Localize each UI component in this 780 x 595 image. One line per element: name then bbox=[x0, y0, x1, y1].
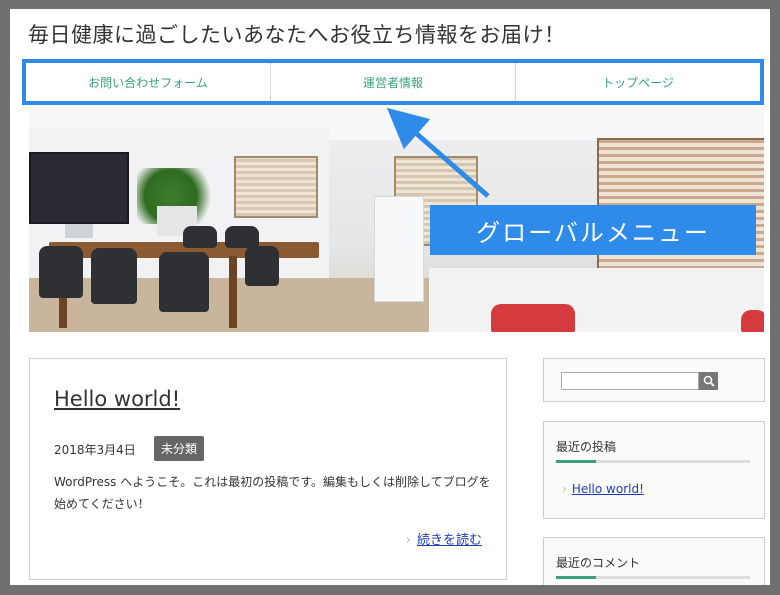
read-more-link[interactable]: 続きを読む bbox=[406, 529, 482, 548]
chair bbox=[91, 248, 137, 304]
post-card: Hello world! 2018年3月4日 未分類 WordPress へよう… bbox=[29, 358, 507, 580]
search-icon bbox=[703, 375, 715, 387]
post-date: 2018年3月4日 bbox=[54, 443, 136, 457]
window-blinds bbox=[234, 156, 318, 218]
search-input[interactable] bbox=[561, 372, 699, 390]
search-button[interactable] bbox=[699, 372, 718, 390]
nav-item-operator-info[interactable]: 運営者情報 bbox=[271, 63, 516, 101]
post-excerpt: WordPress へようこそ。これは最初の投稿です。編集もしくは削除してブログ… bbox=[54, 475, 491, 511]
table-leg bbox=[229, 256, 237, 328]
refrigerator bbox=[374, 196, 424, 302]
floor-right bbox=[429, 268, 764, 332]
browser-page: 毎日健康に過ごしたいあなたへお役立ち情報をお届け！ お問い合わせフォーム 運営者… bbox=[10, 9, 770, 585]
post-title-link[interactable]: Hello world! bbox=[54, 387, 180, 411]
recent-post-link[interactable]: Hello world! bbox=[562, 482, 644, 496]
chair bbox=[245, 246, 279, 286]
global-menu-list: お問い合わせフォーム 運営者情報 トップページ bbox=[26, 63, 760, 101]
recent-posts-title: 最近の投稿 bbox=[556, 440, 617, 454]
search-widget bbox=[543, 358, 765, 402]
recent-comments-widget: 最近のコメント bbox=[543, 537, 765, 585]
recent-comments-title: 最近のコメント bbox=[556, 556, 641, 570]
tv-stand bbox=[65, 224, 93, 238]
nav-item-contact-form[interactable]: お問い合わせフォーム bbox=[26, 63, 271, 101]
red-chair bbox=[741, 310, 764, 332]
annotation-label: グローバルメニュー bbox=[430, 205, 756, 255]
widget-divider bbox=[556, 576, 750, 579]
widget-divider bbox=[556, 460, 750, 463]
global-menu: お問い合わせフォーム 運営者情報 トップページ bbox=[22, 59, 764, 105]
chair bbox=[183, 226, 217, 248]
tv-monitor bbox=[29, 152, 129, 224]
chair bbox=[225, 226, 259, 248]
nav-item-top-page[interactable]: トップページ bbox=[516, 63, 760, 101]
chair bbox=[39, 246, 83, 298]
category-badge[interactable]: 未分類 bbox=[154, 436, 205, 461]
recent-posts-widget: 最近の投稿 Hello world! bbox=[543, 421, 765, 519]
chair bbox=[159, 252, 209, 312]
site-title[interactable]: 毎日健康に過ごしたいあなたへお役立ち情報をお届け！ bbox=[28, 19, 566, 49]
red-chair bbox=[491, 304, 575, 332]
